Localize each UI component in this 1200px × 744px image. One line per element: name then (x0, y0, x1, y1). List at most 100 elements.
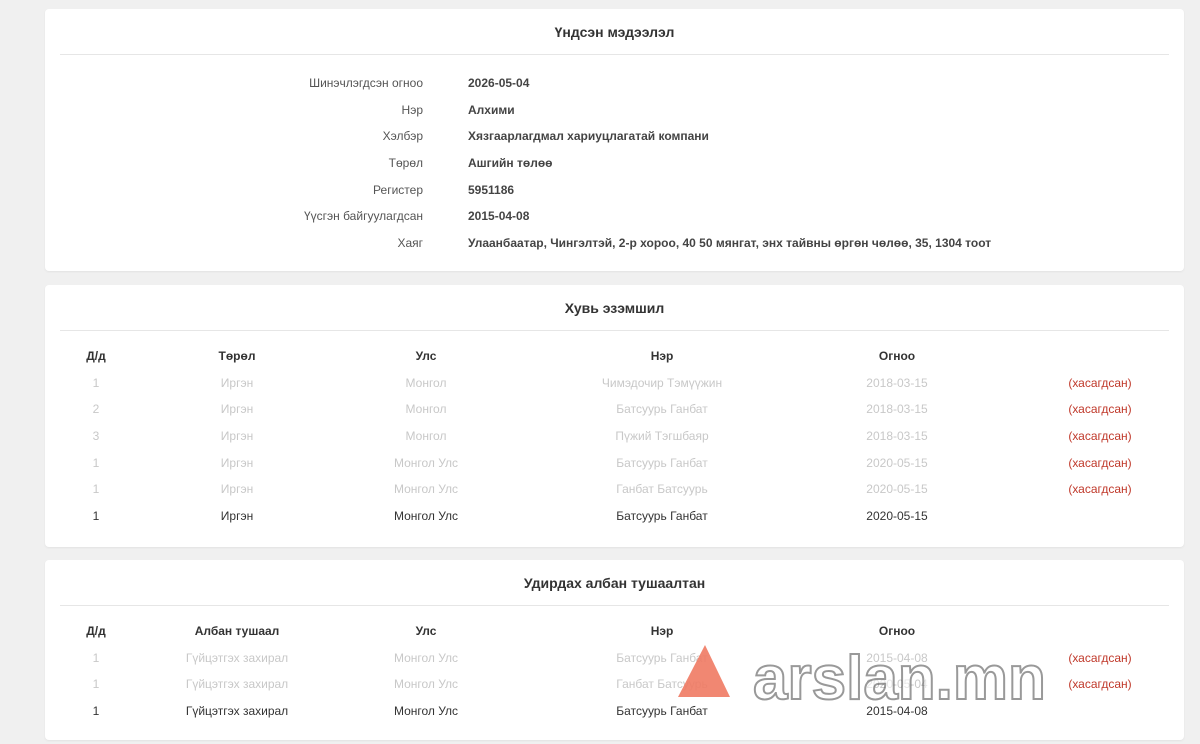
info-row: Үүсгэн байгуулагдсан 2015-04-08 (45, 205, 1184, 232)
row-country: Монгол Улс (393, 509, 459, 524)
table-row: 1 Иргэн Монгол Улс Батсуурь Ганбат 2020-… (45, 452, 1184, 479)
row-type: Иргэн (220, 429, 254, 444)
row-position: Гүйцэтгэх захирал (185, 650, 289, 665)
updated-date-value: 2026-05-04 (468, 76, 530, 90)
row-country: Монгол Улс (393, 455, 459, 470)
row-position: Гүйцэтгэх захирал (185, 677, 289, 692)
info-row: Төрөл Ашгийн төлөө (45, 152, 1184, 179)
col-name-header: Нэр (650, 624, 674, 638)
register-value: 5951186 (468, 182, 515, 197)
col-no-header: Д/д (86, 349, 106, 363)
table-row: 1 Гүйцэтгэх захирал Монгол Улс Ганбат Ба… (45, 673, 1184, 700)
col-position-header: Албан тушаал (194, 624, 280, 638)
col-name-header: Нэр (650, 349, 674, 363)
row-name: Батсуурь Ганбат (616, 509, 708, 524)
address-value: Улаанбаатар, Чингэлтэй, 2-р хороо, 40 50… (468, 236, 992, 251)
row-name: Батсуурь Ганбат (616, 455, 708, 470)
row-date: 2020-05-15 (866, 482, 928, 497)
row-name: Пүжий Тэгшбаяр (615, 429, 709, 444)
row-country: Монгол Улс (393, 650, 459, 665)
table-row: 1 Иргэн Монгол Улс Батсуурь Ганбат 2020-… (45, 505, 1184, 532)
officers-card: Удирдах албан тушаалтан Д/д Албан тушаал… (45, 560, 1184, 740)
founded-label: Үүсгэн байгуулагдсан (303, 209, 423, 224)
updated-date-label: Шинэчлэгдсэн огноо (309, 76, 423, 90)
row-no: 2 (92, 402, 100, 417)
removed-status: (хасагдсан) (1068, 482, 1132, 497)
col-country-header: Улс (415, 349, 437, 363)
form-value: Хязгаарлагдмал хариуцлагатай компани (468, 129, 709, 144)
row-type: Иргэн (220, 375, 254, 390)
row-no: 1 (92, 704, 100, 719)
row-type: Иргэн (220, 402, 254, 417)
founded-value: 2015-04-08 (468, 209, 530, 224)
address-label: Хаяг (397, 236, 423, 251)
ownership-card: Хувь эзэмшил Д/д Төрөл Улс Нэр Огноо 1 И… (45, 285, 1184, 547)
row-country: Монгол (405, 429, 447, 444)
row-no: 1 (92, 650, 100, 665)
table-header: Д/д Төрөл Улс Нэр Огноо (45, 345, 1184, 372)
row-name: Ганбат Батсуурь (616, 482, 708, 497)
removed-status: (хасагдсан) (1068, 677, 1132, 692)
removed-status: (хасагдсан) (1068, 429, 1132, 444)
row-date: 2018-03-15 (866, 402, 928, 417)
row-position: Гүйцэтгэх захирал (185, 704, 289, 719)
col-country-header: Улс (415, 624, 437, 638)
removed-status: (хасагдсан) (1068, 375, 1132, 390)
row-name: Батсуурь Ганбат (616, 704, 708, 719)
type-label: Төрөл (388, 156, 423, 171)
row-date: 2018-03-15 (866, 375, 928, 390)
ownership-table: Д/д Төрөл Улс Нэр Огноо 1 Иргэн Монгол Ч… (45, 345, 1184, 532)
row-date: 2020-05-04 (866, 677, 928, 692)
removed-status: (хасагдсан) (1068, 650, 1132, 665)
row-name: Ганбат Батсуурь (616, 677, 708, 692)
row-country: Монгол (405, 402, 447, 417)
info-row: Шинэчлэгдсэн огноо 2026-05-04 (45, 72, 1184, 99)
info-row: Хэлбэр Хязгаарлагдмал хариуцлагатай комп… (45, 125, 1184, 152)
row-date: 2015-04-08 (866, 704, 928, 719)
name-label: Нэр (401, 102, 423, 117)
row-name: Чимэдочир Тэмүүжин (601, 375, 723, 390)
table-row: 1 Иргэн Монгол Чимэдочир Тэмүүжин 2018-0… (45, 372, 1184, 399)
row-date: 2020-05-15 (866, 455, 928, 470)
row-date: 2015-04-08 (866, 650, 928, 665)
row-no: 1 (92, 455, 100, 470)
form-label: Хэлбэр (382, 129, 423, 144)
table-row: 3 Иргэн Монгол Пүжий Тэгшбаяр 2018-03-15… (45, 425, 1184, 452)
type-value: Ашгийн төлөө (468, 156, 553, 171)
row-country: Монгол (405, 375, 447, 390)
row-no: 3 (92, 429, 100, 444)
row-name: Батсуурь Ганбат (616, 402, 708, 417)
register-label: Регистер (373, 182, 423, 197)
name-value: Алхими (468, 102, 515, 117)
table-row: 2 Иргэн Монгол Батсуурь Ганбат 2018-03-1… (45, 398, 1184, 425)
officers-title: Удирдах албан тушаалтан (60, 560, 1169, 606)
removed-status: (хасагдсан) (1068, 455, 1132, 470)
info-row: Хаяг Улаанбаатар, Чингэлтэй, 2-р хороо, … (45, 232, 1184, 259)
row-no: 1 (92, 482, 100, 497)
table-row: 1 Иргэн Монгол Улс Ганбат Батсуурь 2020-… (45, 478, 1184, 505)
table-row: 1 Гүйцэтгэх захирал Монгол Улс Батсуурь … (45, 700, 1184, 727)
info-row: Регистер 5951186 (45, 179, 1184, 206)
row-country: Монгол Улс (393, 482, 459, 497)
col-no-header: Д/д (86, 624, 106, 638)
row-date: 2020-05-15 (866, 509, 928, 524)
basic-info-title: Үндсэн мэдээлэл (60, 9, 1169, 55)
table-row: 1 Гүйцэтгэх захирал Монгол Улс Батсуурь … (45, 647, 1184, 674)
officers-table: Д/д Албан тушаал Улс Нэр Огноо 1 Гүйцэтг… (45, 620, 1184, 727)
row-type: Иргэн (220, 455, 254, 470)
info-row: Нэр Алхими (45, 99, 1184, 126)
row-no: 1 (92, 677, 100, 692)
row-country: Монгол Улс (393, 704, 459, 719)
row-name: Батсуурь Ганбат (616, 650, 708, 665)
basic-info-card: Үндсэн мэдээлэл Шинэчлэгдсэн огноо 2026-… (45, 9, 1184, 271)
row-date: 2018-03-15 (866, 429, 928, 444)
removed-status: (хасагдсан) (1068, 402, 1132, 417)
row-country: Монгол Улс (393, 677, 459, 692)
row-type: Иргэн (220, 509, 254, 524)
basic-info-list: Шинэчлэгдсэн огноо 2026-05-04 Нэр Алхими… (45, 72, 1184, 259)
col-type-header: Төрөл (218, 349, 256, 363)
ownership-title: Хувь эзэмшил (60, 285, 1169, 331)
table-header: Д/д Албан тушаал Улс Нэр Огноо (45, 620, 1184, 647)
col-date-header: Огноо (878, 349, 916, 363)
row-no: 1 (92, 509, 100, 524)
